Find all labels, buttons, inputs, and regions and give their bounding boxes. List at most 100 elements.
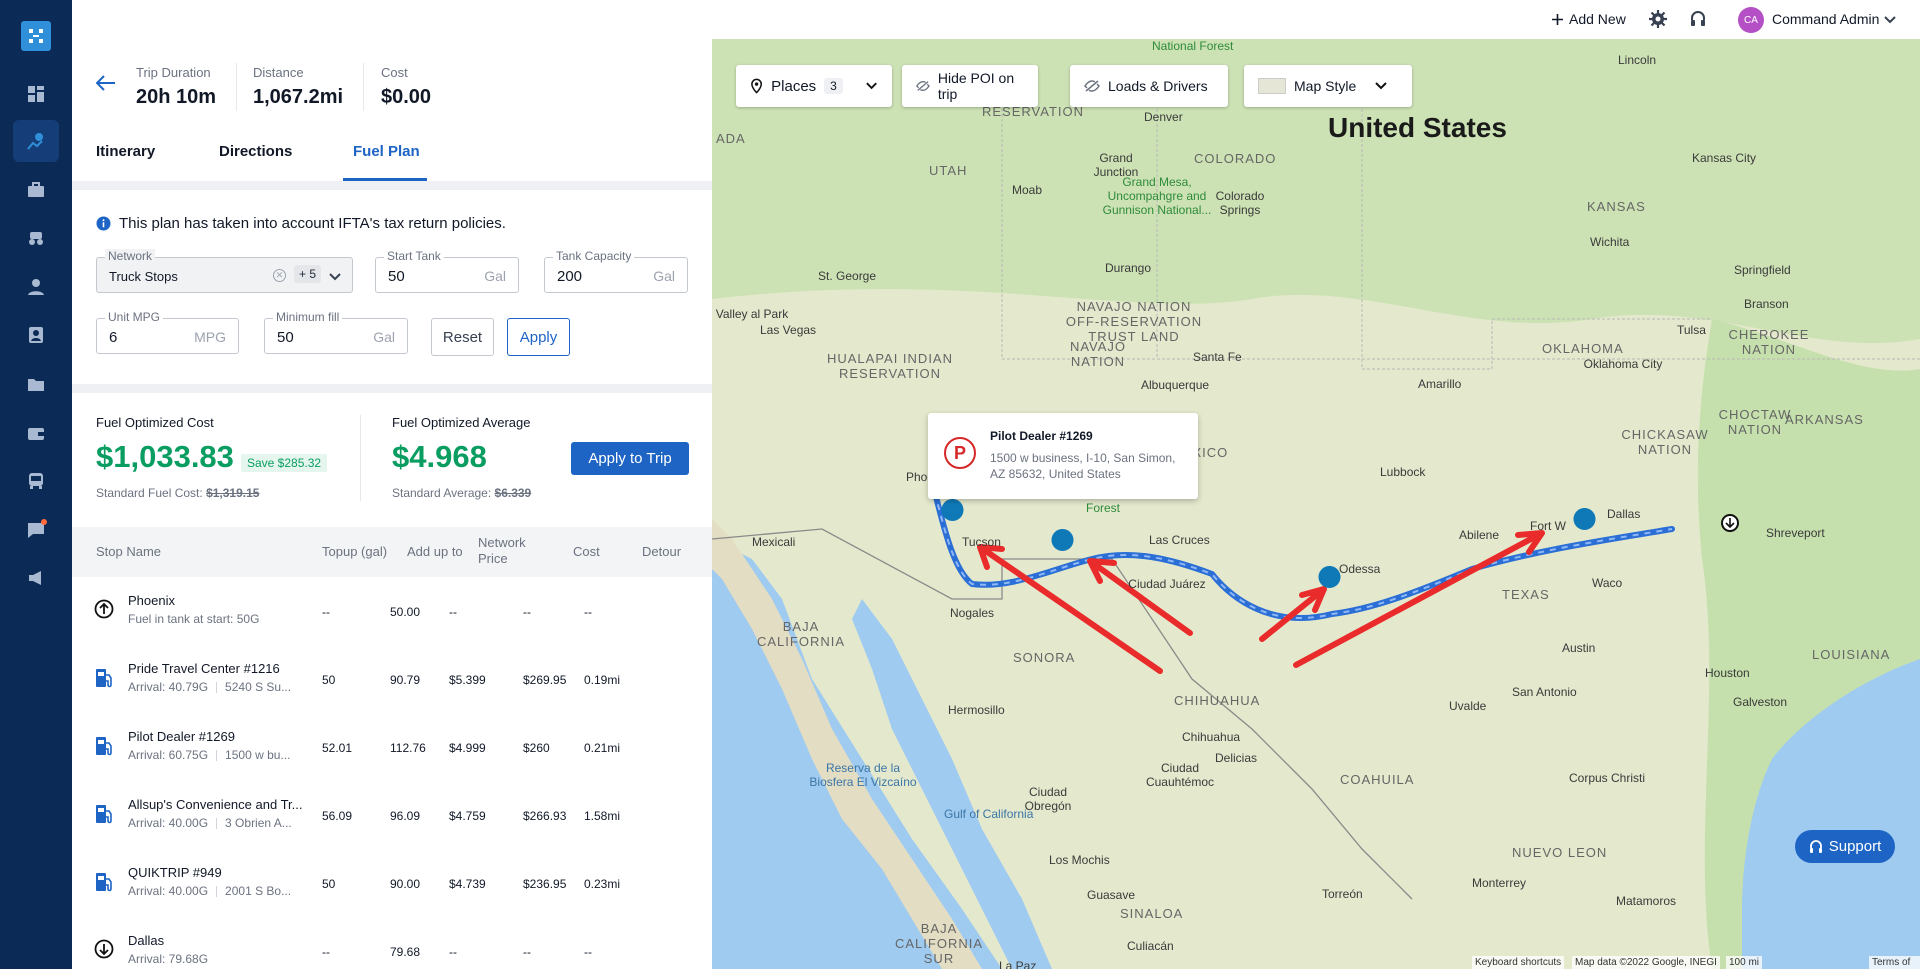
stop-details: Arrival: 79.68G [128, 952, 304, 966]
network-chevron-down-icon[interactable] [328, 270, 342, 288]
nav-documents-icon[interactable] [13, 363, 59, 405]
terms-of-use-link[interactable]: Terms of Use [1869, 956, 1920, 969]
nav-announcements-icon[interactable] [13, 557, 59, 599]
apply-to-trip-button[interactable]: Apply to Trip [571, 442, 689, 475]
tank-capacity-field[interactable]: Tank Capacity 200 Gal [544, 249, 688, 293]
map-city-label: La Paz [999, 959, 1037, 969]
fuel-pump-icon [94, 735, 114, 762]
col-network-price: Network Price [478, 535, 526, 566]
add-new-button[interactable]: Add New [1552, 11, 1626, 27]
cell-price: $4.739 [449, 877, 486, 891]
map-city-label: Albuquerque [1141, 378, 1210, 392]
tab-itinerary[interactable]: Itinerary [96, 143, 155, 160]
nav-trips-icon[interactable] [13, 120, 59, 162]
tab-directions[interactable]: Directions [219, 143, 292, 160]
map-city-label: Durango [1105, 261, 1152, 275]
cell-cost: $266.93 [523, 809, 567, 823]
reset-button[interactable]: Reset [431, 318, 494, 356]
tab-fuel-plan[interactable]: Fuel Plan [353, 143, 420, 160]
eye-off-icon [1084, 80, 1100, 92]
notification-dot [41, 519, 47, 525]
apply-button[interactable]: Apply [507, 318, 570, 356]
table-row[interactable]: QUIKTRIP #949 Arrival: 40.00G 2001 S Bo...… [72, 849, 712, 917]
minimum-fill-unit: Gal [373, 329, 395, 345]
map-region-label: UTAH [929, 163, 968, 178]
places-dropdown[interactable]: Places 3 [736, 65, 892, 107]
map-region-label: CHEROKEE NATION [1728, 327, 1810, 357]
nav-fleet-icon[interactable] [13, 217, 59, 259]
nav-messages-icon[interactable] [13, 509, 59, 551]
user-name[interactable]: Command Admin [1772, 11, 1879, 27]
map-city-label: Monterrey [1472, 876, 1527, 890]
stop-name: Pride Travel Center #1216 [128, 661, 280, 676]
map-region-label: COLORADO [1194, 151, 1277, 166]
table-row[interactable]: Phoenix Fuel in tank at start: 50G -- 50.00… [72, 577, 712, 645]
map-style-dropdown[interactable]: Map Style [1244, 65, 1412, 107]
nav-dashboard-icon[interactable] [13, 73, 59, 115]
map-city-label: Santa Fe [1193, 350, 1242, 364]
cell-topup: 56.09 [322, 809, 353, 823]
stop-details: Arrival: 40.00G 3 Obrien A... [128, 816, 304, 830]
col-cost: Cost [573, 544, 600, 559]
map-city-label: Denver [1144, 110, 1183, 124]
support-button[interactable]: Support [1795, 830, 1895, 863]
map-city-label: Las Vegas [760, 323, 817, 337]
map-view[interactable]: United States UTAHCOLORADOKANSASNEW MEXI… [712, 39, 1920, 969]
map-city-label: Lincoln [1618, 53, 1657, 67]
map-city-label: Ciudad Juárez [1128, 577, 1206, 591]
nav-contacts-icon[interactable] [13, 314, 59, 356]
stop-name: Pilot Dealer #1269 [128, 729, 235, 744]
keyboard-shortcuts-link[interactable]: Keyboard shortcuts [1472, 956, 1565, 969]
cell-cost: -- [523, 605, 531, 619]
nav-loads-icon[interactable] [13, 169, 59, 211]
cell-topup: 50 [322, 673, 336, 687]
map-pin-icon [751, 78, 763, 94]
map-city-label: Amarillo [1418, 377, 1462, 391]
table-row[interactable]: Dallas Arrival: 79.68G -- 79.68 -- -- -- [72, 917, 712, 969]
stop-arrival: Arrival: 79.68G [128, 952, 209, 966]
settings-gear-icon[interactable] [1649, 10, 1667, 33]
loads-drivers-label: Loads & Drivers [1108, 78, 1208, 94]
user-menu-chevron-down-icon[interactable] [1883, 12, 1897, 31]
map-water-label: Reserva de la Biosfera El Vizcaíno [809, 761, 917, 789]
back-arrow-icon[interactable] [95, 75, 116, 96]
nav-wallet-icon[interactable] [13, 412, 59, 454]
table-row[interactable]: Pilot Dealer #1269 Arrival: 60.75G 1500 w … [72, 713, 712, 781]
map-city-label: Branson [1744, 297, 1789, 311]
pilot-dealer-popup[interactable]: P Pilot Dealer #1269 1500 w business, I-… [928, 413, 1198, 499]
fuel-optimized-average-value: $4.968 [392, 439, 487, 474]
app-logo-icon[interactable] [21, 21, 51, 51]
network-select[interactable]: Network Truck Stops ✕ + 5 [96, 249, 353, 293]
cell-addup: 79.68 [390, 945, 421, 959]
map-city-label: Odessa [1339, 562, 1381, 576]
info-text: This plan has taken into account IFTA's … [119, 215, 506, 232]
standard-average-label: Standard Average: [392, 486, 492, 500]
unit-mpg-field[interactable]: Unit MPG 6 MPG [96, 310, 239, 354]
minimum-fill-field[interactable]: Minimum fill 50 Gal [264, 310, 408, 354]
table-row[interactable]: Pride Travel Center #1216 Arrival: 40.79G… [72, 645, 712, 713]
nav-drivers-icon[interactable] [13, 266, 59, 308]
cell-detour: 0.23mi [584, 877, 621, 891]
user-avatar[interactable]: CA [1738, 7, 1764, 33]
standard-fuel-cost-label: Standard Fuel Cost: [96, 486, 203, 500]
loads-drivers-button[interactable]: Loads & Drivers [1070, 65, 1228, 107]
trip-duration-label: Trip Duration [136, 65, 211, 80]
map-city-label: Springfield [1734, 263, 1791, 277]
cost-label: Cost [381, 65, 408, 80]
map-city-label: Abilene [1459, 528, 1500, 542]
map-style-chevron-down-icon [1375, 82, 1387, 90]
cell-price: $4.999 [449, 741, 486, 755]
map-park-label: Forest [1086, 501, 1121, 515]
stop-name: QUIKTRIP #949 [128, 865, 222, 880]
hide-poi-button[interactable]: Hide POI on trip [902, 65, 1038, 107]
help-headset-icon[interactable] [1689, 10, 1707, 33]
cell-cost: $260 [523, 741, 550, 755]
trip-duration-stat: Trip Duration 20h 10m [136, 65, 216, 109]
nav-vehicles-icon[interactable] [13, 460, 59, 502]
stop-address: 2001 S Bo... [225, 884, 292, 898]
start-tank-value: 50 [388, 268, 405, 285]
start-tank-field[interactable]: Start Tank 50 Gal [375, 249, 519, 293]
clear-icon[interactable]: ✕ [273, 269, 286, 282]
map-region-label: CHIHUAHUA [1174, 693, 1261, 708]
table-row[interactable]: Allsup's Convenience and Tr... Arrival: 4… [72, 781, 712, 849]
